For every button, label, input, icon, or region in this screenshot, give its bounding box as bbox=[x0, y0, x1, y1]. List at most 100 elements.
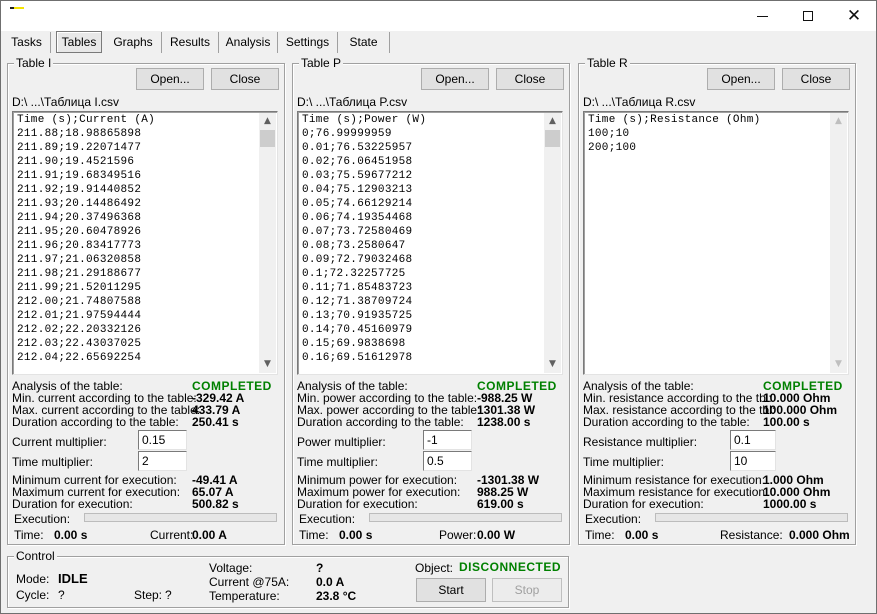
table-row: 211.91;19.68349516 bbox=[17, 170, 142, 182]
table-row: 211.99;21.52011295 bbox=[17, 282, 142, 294]
duration-exec-label: Duration for execution: bbox=[297, 497, 418, 511]
resistance-label: Resistance: bbox=[720, 528, 783, 542]
object-status: DISCONNECTED bbox=[459, 560, 562, 574]
close-window-button[interactable]: ✕ bbox=[831, 1, 877, 31]
duration-table-value: 250.41 s bbox=[192, 415, 239, 429]
table-header-line: Time (s);Power (W) bbox=[302, 114, 427, 126]
table-row: 211.95;20.60478926 bbox=[17, 226, 142, 238]
tab-tasks[interactable]: Tasks bbox=[3, 32, 51, 53]
table-i-panel: Table I Open... Close D:\ ...\Таблица I.… bbox=[7, 56, 285, 545]
cycle-label: Cycle: bbox=[16, 588, 50, 602]
table-p-title: Table P bbox=[299, 56, 344, 70]
tab-state[interactable]: State bbox=[338, 32, 390, 53]
current-75a-value: 0.0 A bbox=[316, 575, 345, 589]
multiplier-label: Power multiplier: bbox=[297, 435, 386, 449]
time-label: Time: bbox=[14, 528, 44, 542]
duration-table-value: 1238.00 s bbox=[477, 415, 531, 429]
tab-tables[interactable]: Tables bbox=[56, 31, 102, 53]
duration-exec-label: Duration for execution: bbox=[583, 497, 704, 511]
table-r-panel: Table R Open... Close D:\ ...\Таблица R.… bbox=[578, 56, 856, 545]
table-row: 0.11;71.85483723 bbox=[302, 282, 413, 294]
resistance-multiplier-input[interactable]: 0.1 bbox=[730, 430, 776, 450]
temperature-value: 23.8 °C bbox=[316, 589, 357, 603]
table-r-content[interactable]: Time (s);Resistance (Ohm) 100;10 200;100 ▲… bbox=[583, 111, 849, 375]
current-multiplier-input[interactable]: 0.15 bbox=[138, 430, 187, 450]
table-row: 0.05;74.66129214 bbox=[302, 198, 413, 210]
table-row: 211.88;18.98865898 bbox=[17, 128, 142, 140]
close-table-p-button[interactable]: Close bbox=[496, 68, 564, 90]
time-multiplier-label: Time multiplier: bbox=[583, 455, 664, 469]
time-value: 0.00 s bbox=[54, 528, 88, 542]
power-multiplier-input[interactable]: -1 bbox=[423, 430, 472, 450]
temperature-label: Temperature: bbox=[209, 589, 280, 603]
time-multiplier-input[interactable]: 2 bbox=[138, 451, 187, 471]
minimize-icon bbox=[756, 15, 768, 17]
tab-analysis[interactable]: Analysis bbox=[219, 32, 278, 53]
cycle-value: ? bbox=[58, 588, 65, 602]
table-p-scrollbar[interactable]: ▲ ▼ bbox=[544, 113, 561, 373]
table-row: 0.13;70.91935725 bbox=[302, 310, 413, 322]
step-value: ? bbox=[165, 588, 172, 602]
time-value: 0.00 s bbox=[625, 528, 659, 542]
table-row: 211.94;20.37496368 bbox=[17, 212, 142, 224]
table-row: 212.01;21.97594444 bbox=[17, 310, 142, 322]
title-bar[interactable]: ✕ bbox=[1, 1, 876, 31]
duration-table-label: Duration according to the table: bbox=[12, 415, 179, 429]
table-row: 211.93;20.14486492 bbox=[17, 198, 142, 210]
table-row: 211.97;21.06320858 bbox=[17, 254, 142, 266]
resistance-value: 0.000 Ohm bbox=[789, 528, 850, 542]
table-header-line: Time (s);Current (A) bbox=[17, 114, 156, 126]
execution-label: Execution: bbox=[299, 512, 356, 526]
table-row: 211.90;19.4521596 bbox=[17, 156, 135, 168]
time-multiplier-input[interactable]: 0.5 bbox=[423, 451, 472, 471]
duration-exec-label: Duration for execution: bbox=[12, 497, 133, 511]
table-i-scrollbar[interactable]: ▲ ▼ bbox=[259, 113, 276, 373]
table-row: 211.92;19.91440852 bbox=[17, 184, 142, 196]
time-multiplier-input[interactable]: 10 bbox=[730, 451, 776, 471]
tab-settings[interactable]: Settings bbox=[278, 32, 338, 53]
table-row: 0;76.99999959 bbox=[302, 128, 392, 140]
table-p-lines: Time (s);Power (W) 0;76.99999959 0.01;76.5… bbox=[302, 113, 558, 365]
time-label: Time: bbox=[585, 528, 615, 542]
maximize-button[interactable] bbox=[785, 1, 831, 31]
execution-label: Execution: bbox=[14, 512, 71, 526]
table-r-path: D:\ ...\Таблица R.csv bbox=[583, 95, 696, 109]
scroll-thumb[interactable] bbox=[260, 130, 275, 147]
control-panel: Control Mode: IDLE Cycle: ? Step: ? Volt… bbox=[7, 549, 569, 608]
stop-button: Stop bbox=[492, 578, 562, 602]
table-r-scrollbar: ▲ ▼ bbox=[830, 113, 847, 373]
scroll-down-icon: ▼ bbox=[835, 359, 842, 369]
table-i-content[interactable]: Time (s);Current (A) 211.88;18.98865898 21… bbox=[12, 111, 278, 375]
tab-graphs[interactable]: Graphs bbox=[105, 32, 162, 53]
multiplier-label: Current multiplier: bbox=[12, 435, 107, 449]
open-table-r-button[interactable]: Open... bbox=[707, 68, 775, 90]
execution-progress bbox=[84, 513, 277, 522]
table-i-path: D:\ ...\Таблица I.csv bbox=[12, 95, 120, 109]
duration-exec-value: 619.00 s bbox=[477, 497, 524, 511]
table-row: 211.89;19.22071477 bbox=[17, 142, 142, 154]
start-button[interactable]: Start bbox=[416, 578, 486, 602]
power-label: Power: bbox=[439, 528, 477, 542]
table-row: 0.01;76.53225957 bbox=[302, 142, 413, 154]
tab-results[interactable]: Results bbox=[162, 32, 219, 53]
table-r-lines: Time (s);Resistance (Ohm) 100;10 200;100 bbox=[588, 113, 844, 155]
table-p-content[interactable]: Time (s);Power (W) 0;76.99999959 0.01;76.5… bbox=[297, 111, 563, 375]
table-header-line: Time (s);Resistance (Ohm) bbox=[588, 114, 761, 126]
mode-value: IDLE bbox=[58, 571, 88, 586]
scroll-up-icon[interactable]: ▲ bbox=[259, 113, 276, 130]
scroll-thumb[interactable] bbox=[545, 130, 560, 147]
open-table-i-button[interactable]: Open... bbox=[136, 68, 204, 90]
scroll-down-icon[interactable]: ▼ bbox=[544, 356, 561, 373]
multiplier-label: Resistance multiplier: bbox=[583, 435, 698, 449]
close-table-r-button[interactable]: Close bbox=[782, 68, 850, 90]
duration-table-label: Duration according to the table: bbox=[583, 415, 750, 429]
close-table-i-button[interactable]: Close bbox=[211, 68, 279, 90]
table-row: 0.04;75.12903213 bbox=[302, 184, 413, 196]
scroll-down-icon[interactable]: ▼ bbox=[259, 356, 276, 373]
table-row: 0.12;71.38709724 bbox=[302, 296, 413, 308]
minimize-button[interactable] bbox=[739, 1, 785, 31]
app-window: ✕ Tasks Tables Graphs Results Analysis S… bbox=[0, 0, 877, 614]
scroll-up-icon[interactable]: ▲ bbox=[544, 113, 561, 130]
open-table-p-button[interactable]: Open... bbox=[421, 68, 489, 90]
mode-label: Mode: bbox=[16, 572, 50, 586]
